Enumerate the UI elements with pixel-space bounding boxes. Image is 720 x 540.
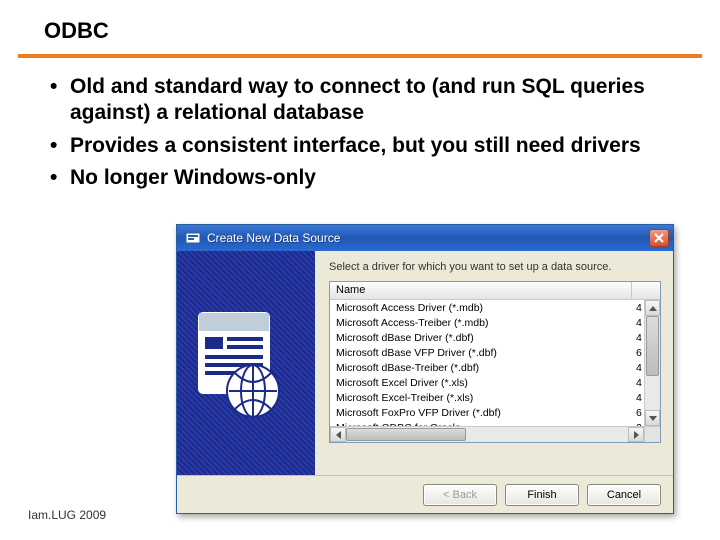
dialog-footer: < Back Finish Cancel xyxy=(177,475,673,513)
bullet-item: Old and standard way to connect to (and … xyxy=(70,74,676,127)
cancel-button[interactable]: Cancel xyxy=(587,484,661,506)
bullet-list: Old and standard way to connect to (and … xyxy=(0,58,720,191)
slide-title: ODBC xyxy=(0,0,720,52)
instruction-text: Select a driver for which you want to se… xyxy=(329,261,661,273)
scroll-track[interactable] xyxy=(346,427,628,442)
scroll-thumb[interactable] xyxy=(346,428,466,441)
list-item[interactable]: Microsoft Access-Treiber (*.mdb)4 xyxy=(330,315,660,330)
app-icon xyxy=(185,230,201,246)
list-rows: Microsoft Access Driver (*.mdb)4 Microso… xyxy=(330,300,660,428)
scroll-thumb[interactable] xyxy=(646,316,659,376)
titlebar[interactable]: Create New Data Source xyxy=(177,225,673,251)
back-button[interactable]: < Back xyxy=(423,484,497,506)
list-item[interactable]: Microsoft Excel-Treiber (*.xls)4 xyxy=(330,390,660,405)
close-button[interactable] xyxy=(649,229,669,247)
column-value[interactable] xyxy=(632,282,660,299)
bullet-item: No longer Windows-only xyxy=(70,165,676,191)
dialog-title: Create New Data Source xyxy=(207,231,649,245)
list-item[interactable]: Microsoft FoxPro VFP Driver (*.dbf)6 xyxy=(330,405,660,420)
scroll-corner xyxy=(644,426,660,442)
vertical-scrollbar[interactable] xyxy=(644,300,660,426)
wizard-graphic-icon xyxy=(191,303,301,423)
slide-footer: Iam.LUG 2009 xyxy=(28,508,106,522)
scroll-left-icon[interactable] xyxy=(330,427,346,442)
list-header[interactable]: Name xyxy=(330,282,660,300)
bullet-item: Provides a consistent interface, but you… xyxy=(70,133,676,159)
scroll-down-icon[interactable] xyxy=(645,410,660,426)
list-item[interactable]: Microsoft dBase-Treiber (*.dbf)4 xyxy=(330,360,660,375)
wizard-graphic-pane xyxy=(177,251,315,475)
create-data-source-dialog: Create New Data Source Select a xyxy=(176,224,674,514)
scroll-track[interactable] xyxy=(645,316,660,410)
scroll-right-icon[interactable] xyxy=(628,427,644,442)
horizontal-scrollbar[interactable] xyxy=(330,426,644,442)
finish-button[interactable]: Finish xyxy=(505,484,579,506)
list-item[interactable]: Microsoft dBase Driver (*.dbf)4 xyxy=(330,330,660,345)
scroll-up-icon[interactable] xyxy=(645,300,660,316)
list-item[interactable]: Microsoft Excel Driver (*.xls)4 xyxy=(330,375,660,390)
column-name[interactable]: Name xyxy=(330,282,632,299)
list-item[interactable]: Microsoft dBase VFP Driver (*.dbf)6 xyxy=(330,345,660,360)
driver-list[interactable]: Name Microsoft Access Driver (*.mdb)4 Mi… xyxy=(329,281,661,443)
list-item[interactable]: Microsoft Access Driver (*.mdb)4 xyxy=(330,300,660,315)
